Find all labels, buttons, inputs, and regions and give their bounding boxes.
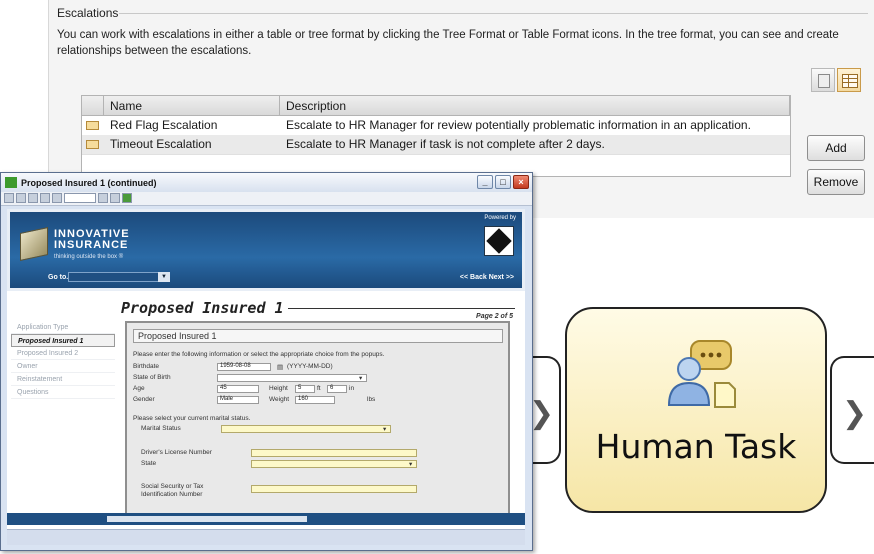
table-format-icon[interactable] — [837, 68, 861, 92]
calendar-icon[interactable]: ▤ — [277, 363, 283, 371]
chevron-down-icon: ▾ — [409, 461, 413, 468]
brand-banner: INNOVATIVE INSURANCE thinking outside th… — [7, 209, 525, 291]
state-of-birth-select[interactable] — [217, 374, 367, 382]
person-with-speech-bubble-icon — [667, 340, 736, 408]
escalation-description: Escalate to HR Manager for review potent… — [286, 118, 751, 132]
globe-icon[interactable] — [122, 193, 132, 203]
escalation-description: Escalate to HR Manager if task is not co… — [286, 137, 605, 151]
marital-status-label: Marital Status — [141, 425, 181, 432]
zoom-select[interactable] — [64, 193, 96, 203]
print-icon[interactable] — [4, 193, 14, 203]
back-next-links[interactable]: << Back Next >> — [460, 274, 514, 281]
form-footer-bar — [7, 513, 525, 525]
birthdate-label: Birthdate — [133, 363, 160, 370]
fit-icon[interactable] — [98, 193, 108, 203]
chevron-down-icon: ▾ — [359, 375, 363, 382]
table-row[interactable]: Timeout Escalation Escalate to HR Manage… — [82, 135, 790, 154]
escalations-table: Name Description Red Flag Escalation Esc… — [81, 95, 791, 177]
maximize-button[interactable]: □ — [495, 175, 511, 189]
save-icon[interactable] — [16, 193, 26, 203]
remove-button[interactable]: Remove — [807, 169, 865, 195]
panel-title: Proposed Insured 1 — [133, 329, 503, 343]
company-logo: INNOVATIVE INSURANCE thinking outside th… — [20, 226, 129, 266]
form-window: Proposed Insured 1 (continued) _ □ × INN… — [0, 172, 533, 551]
window-titlebar[interactable]: Proposed Insured 1 (continued) _ □ × — [1, 173, 532, 192]
table-row[interactable]: Red Flag Escalation Escalate to HR Manag… — [82, 116, 790, 135]
marital-prompt: Please select your current marital statu… — [133, 415, 251, 422]
node-label: Human Task — [595, 427, 797, 466]
close-button[interactable]: × — [513, 175, 529, 189]
page-icon[interactable] — [28, 193, 38, 203]
envelope-icon — [86, 140, 99, 149]
help-icon[interactable] — [110, 193, 120, 203]
escalation-name: Timeout Escalation — [110, 137, 212, 151]
window-title: Proposed Insured 1 (continued) — [21, 177, 157, 188]
form-heading: Proposed Insured 1 — [117, 299, 288, 317]
license-label: Driver's License Number — [141, 449, 212, 456]
box-logo-icon — [20, 227, 48, 261]
nav-item-proposed-insured-2[interactable]: Proposed Insured 2 — [11, 347, 115, 360]
gender-label: Gender — [133, 396, 155, 403]
view-toggle — [811, 68, 861, 92]
license-field[interactable] — [251, 449, 417, 457]
window-toolbar — [1, 192, 532, 206]
chevron-right-icon: ❯ — [842, 397, 868, 430]
page-indicator: Page 2 of 5 — [476, 313, 513, 320]
zoom-out-icon[interactable] — [40, 193, 50, 203]
minimize-button[interactable]: _ — [477, 175, 493, 189]
escalation-name: Red Flag Escalation — [110, 118, 218, 132]
escalations-description: You can work with escalations in either … — [57, 29, 839, 57]
section-nav: Application Type Proposed Insured 1 Prop… — [11, 321, 115, 399]
license-state-label: State — [141, 460, 157, 467]
ssn-field[interactable] — [251, 485, 417, 493]
nav-item-owner[interactable]: Owner — [11, 360, 115, 373]
age-label: Age — [133, 385, 145, 392]
status-bar — [7, 529, 525, 545]
human-task-node[interactable]: Human Task — [565, 307, 827, 513]
tree-format-icon[interactable] — [811, 68, 835, 92]
form-document: INNOVATIVE INSURANCE thinking outside th… — [7, 209, 525, 541]
marital-status-select[interactable] — [221, 425, 391, 433]
app-icon — [5, 177, 17, 188]
name-column-header[interactable]: Name — [104, 96, 280, 115]
escalations-title: Escalations — [57, 6, 119, 20]
height-label: Height — [269, 385, 288, 392]
powered-by-label: Powered by — [484, 215, 516, 221]
state-of-birth-label: State of Birth — [133, 374, 171, 381]
nav-item-reinstatement[interactable]: Reinstatement — [11, 373, 115, 386]
nav-item-questions[interactable]: Questions — [11, 386, 115, 399]
chevron-down-icon: ▾ — [383, 426, 387, 433]
add-button[interactable]: Add — [807, 135, 865, 161]
insured-form-panel: Proposed Insured 1 Please enter the foll… — [125, 321, 510, 521]
weight-label: Weight — [269, 396, 290, 403]
title-divider — [119, 13, 868, 14]
sponsor-logo — [484, 226, 514, 256]
nav-item-application-type[interactable]: Application Type — [11, 321, 115, 334]
nav-item-proposed-insured-1[interactable]: Proposed Insured 1 — [11, 334, 115, 347]
description-column-header[interactable]: Description — [280, 96, 790, 115]
goto-select[interactable] — [68, 272, 170, 282]
instruction-text: Please enter the following information o… — [133, 351, 385, 358]
outgoing-connector[interactable]: ❯ — [830, 356, 874, 464]
zoom-in-icon[interactable] — [52, 193, 62, 203]
date-format-hint: (YYYY-MM-DD) — [287, 363, 333, 370]
license-state-select[interactable] — [251, 460, 417, 468]
envelope-icon — [86, 121, 99, 130]
icon-column-header — [82, 96, 104, 115]
table-header: Name Description — [82, 96, 790, 116]
chevron-down-icon[interactable]: ▼ — [158, 272, 170, 282]
ssn-label: Social Security or Tax — [141, 483, 204, 490]
